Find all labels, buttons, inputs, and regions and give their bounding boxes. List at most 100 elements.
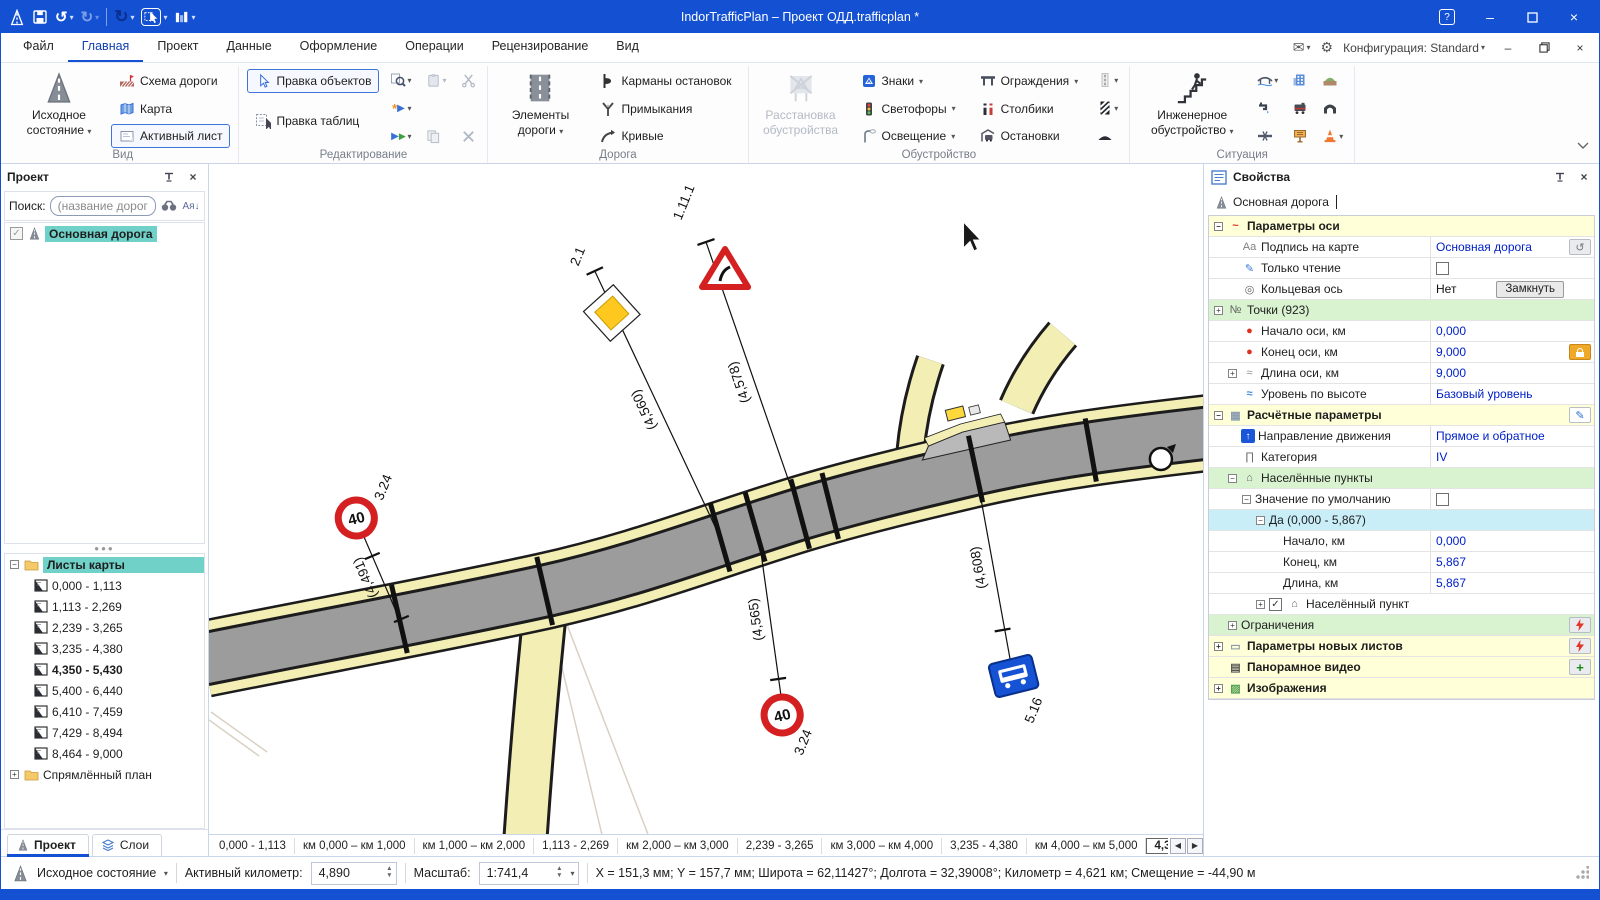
property-row[interactable]: + ▭ Параметры новых листов xyxy=(1209,636,1594,657)
hatching-button[interactable]: ▾ xyxy=(1094,96,1121,120)
map-sheet-item[interactable]: 4,350 - 5,430 xyxy=(5,659,204,680)
select-mode-button[interactable]: ▶▶▾ xyxy=(387,124,414,148)
traffic-cones-button[interactable]: ▾ xyxy=(1319,124,1346,148)
maximize-button[interactable] xyxy=(1511,3,1553,31)
expander-icon[interactable]: + xyxy=(1214,642,1223,651)
delete-button[interactable] xyxy=(457,124,479,148)
close-icon[interactable]: × xyxy=(1575,168,1593,186)
active-sheet-button[interactable]: Активный лист xyxy=(111,124,230,148)
map-button[interactable]: Карта xyxy=(111,97,230,121)
property-row[interactable]: − ⌂ Населённые пункты xyxy=(1209,468,1594,489)
map-sheet-item[interactable]: 1,113 - 2,269 xyxy=(5,596,204,617)
property-side-button[interactable] xyxy=(1569,344,1591,360)
configuration-selector[interactable]: Конфигурация: Standard▾ xyxy=(1343,41,1485,55)
property-row[interactable]: Длина, км 5,867 xyxy=(1209,573,1594,594)
property-row[interactable]: ● Конец оси, км 9,000 xyxy=(1209,342,1594,363)
close-button[interactable]: × xyxy=(1553,3,1595,31)
doc-restore-button[interactable] xyxy=(1531,42,1557,53)
expander-icon[interactable]: − xyxy=(1214,222,1223,231)
property-row[interactable]: − Да (0,000 - 5,867) xyxy=(1209,510,1594,531)
sign-bus-stop[interactable] xyxy=(988,654,1039,698)
property-row[interactable]: − Значение по умолчанию xyxy=(1209,489,1594,510)
property-row[interactable]: + № Точки (923) xyxy=(1209,300,1594,321)
property-value[interactable]: Базовый уровень xyxy=(1436,387,1564,401)
speed-bump-button[interactable] xyxy=(1094,124,1121,148)
property-action-button[interactable]: Замкнуть xyxy=(1496,281,1564,298)
road-tree-item[interactable]: ✓ Основная дорога xyxy=(5,223,204,244)
property-row[interactable]: ● Начало оси, км 0,000 xyxy=(1209,321,1594,342)
property-value[interactable]: 0,000 xyxy=(1436,534,1564,548)
expander-icon[interactable]: − xyxy=(1228,474,1237,483)
property-row[interactable]: + ≈ Длина оси, км 9,000 xyxy=(1209,363,1594,384)
edit-tables-button[interactable]: Правка таблиц xyxy=(247,109,379,133)
properties-object-tab[interactable]: Основная дорога xyxy=(1204,190,1599,214)
property-row[interactable]: ≈ Уровень по высоте Базовый уровень xyxy=(1209,384,1594,405)
bus-stops-button[interactable]: Остановки xyxy=(972,124,1087,148)
property-row[interactable]: ↑ Направление движения Прямое и обратное xyxy=(1209,426,1594,447)
zoom-select-button[interactable]: ▾ xyxy=(387,68,414,92)
map-sheet-item[interactable]: 0,000 - 1,113 xyxy=(5,575,204,596)
sheet-tab[interactable]: км 1,000 – км 2,000 xyxy=(415,838,535,854)
resize-grip[interactable] xyxy=(1575,866,1589,880)
scroll-tabs-left-button[interactable]: ◀ xyxy=(1170,838,1186,854)
search-input[interactable] xyxy=(50,196,156,216)
map-sheet-item[interactable]: 8,464 - 9,000 xyxy=(5,743,204,764)
equipment-placement-button[interactable]: Расстановка обустройства xyxy=(757,68,845,141)
edit-mode-button[interactable]: ▾ xyxy=(141,8,167,26)
property-side-button[interactable]: + xyxy=(1569,659,1591,675)
map-sheet-item[interactable]: 7,429 - 8,494 xyxy=(5,722,204,743)
property-row[interactable]: − ▦ Расчётные параметры ✎ xyxy=(1209,405,1594,426)
sign-speed-limit-bottom[interactable]: 40 xyxy=(760,693,804,737)
sheet-tab[interactable]: км 3,000 – км 4,000 xyxy=(822,838,942,854)
minimize-button[interactable]: – xyxy=(1469,3,1511,31)
spin-down-icon[interactable]: ▼ xyxy=(556,873,562,880)
building-button[interactable] xyxy=(1289,68,1311,92)
sign-warning-triangle[interactable] xyxy=(702,249,748,287)
pipe-crossing-button[interactable] xyxy=(1254,124,1281,148)
property-value[interactable]: 9,000 xyxy=(1436,345,1564,359)
bridge-button[interactable]: ▾ xyxy=(1254,68,1281,92)
junctions-button[interactable]: Примыкания xyxy=(592,97,739,121)
edit-objects-button[interactable]: Правка объектов xyxy=(247,69,379,93)
sheet-tab[interactable]: 1,113 - 2,269 xyxy=(534,838,618,854)
bus-bays-button[interactable]: Карманы остановок xyxy=(592,69,739,93)
sheet-tab[interactable]: км 0,000 – км 1,000 xyxy=(295,838,415,854)
property-row[interactable]: Aa Подпись на карте Основная дорога ↺ xyxy=(1209,237,1594,258)
map-sheet-item[interactable]: 2,239 - 3,265 xyxy=(5,617,204,638)
app-icon[interactable] xyxy=(9,9,25,25)
expander-icon[interactable]: + xyxy=(1214,684,1223,693)
doc-minimize-button[interactable]: – xyxy=(1495,41,1521,55)
curves-button[interactable]: Кривые xyxy=(592,124,739,148)
engineering-equipment-button[interactable]: Инженерное обустройство ▾ xyxy=(1138,68,1246,141)
property-value[interactable]: 5,867 xyxy=(1436,576,1564,590)
property-value[interactable]: Основная дорога xyxy=(1436,240,1564,254)
property-value[interactable]: 9,000 xyxy=(1436,366,1564,380)
initial-state-button[interactable]: Исходное состояние ▾ xyxy=(15,68,103,141)
land-plot-button[interactable] xyxy=(1319,68,1346,92)
menu-tab[interactable]: Проект xyxy=(143,33,212,62)
collapse-ribbon-button[interactable] xyxy=(1577,142,1589,149)
property-side-button[interactable] xyxy=(1569,617,1591,633)
chevron-down-icon[interactable]: ▾ xyxy=(571,869,575,878)
property-row[interactable]: ✎ Только чтение xyxy=(1209,258,1594,279)
checkbox[interactable] xyxy=(1269,598,1282,611)
save-button[interactable] xyxy=(32,9,48,25)
lighting-button[interactable]: Освещение▾ xyxy=(853,124,964,148)
property-row[interactable]: ◎ Кольцевая ось Нет Замкнуть xyxy=(1209,279,1594,300)
menu-tab[interactable]: Файл xyxy=(9,33,68,62)
property-side-button[interactable] xyxy=(1569,638,1591,654)
menu-tab[interactable]: Рецензирование xyxy=(478,33,603,62)
water-supply-button[interactable] xyxy=(1254,96,1281,120)
bollards-button[interactable]: Столбики xyxy=(972,97,1087,121)
property-row[interactable]: − ~ Параметры оси xyxy=(1209,216,1594,237)
sheet-tab[interactable]: км 2,000 – км 3,000 xyxy=(618,838,738,854)
scale-spinner[interactable]: 1:741,4▲▼▾ xyxy=(479,862,579,885)
spin-down-icon[interactable]: ▼ xyxy=(386,873,392,880)
find-binoculars-icon[interactable] xyxy=(160,197,178,215)
active-km-spinner[interactable]: 4,890▲▼ xyxy=(311,862,397,885)
repeat-action-button[interactable]: ↻▾ xyxy=(114,7,134,27)
traffic-lights-button[interactable]: Светофоры▾ xyxy=(853,97,964,121)
expander-icon[interactable]: − xyxy=(1242,495,1251,504)
road-checkbox[interactable]: ✓ xyxy=(10,227,23,240)
sort-icon[interactable]: Ая↓ xyxy=(182,197,200,215)
